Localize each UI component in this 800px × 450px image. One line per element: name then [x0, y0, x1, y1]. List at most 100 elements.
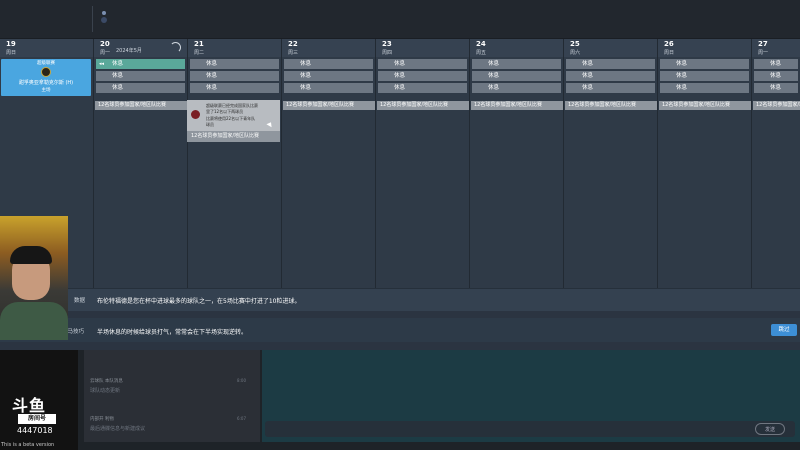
competition-label: 超级联赛 — [37, 61, 55, 66]
rest-event[interactable]: 休息 — [660, 59, 749, 69]
rest-event[interactable]: 休息 — [284, 71, 373, 81]
rest-event[interactable]: 休息 — [660, 83, 749, 93]
rest-event[interactable]: 休息 — [284, 59, 373, 69]
double-arrow-icon: ◂◂ — [99, 61, 105, 67]
rest-event[interactable]: 休息 — [754, 71, 798, 81]
rest-event[interactable]: 休息 — [660, 71, 749, 81]
international-duty-bar[interactable]: 12名球员参加国家/地区队比赛 — [753, 101, 800, 110]
day-number: 20 — [100, 40, 110, 48]
rest-event[interactable]: 休息 — [754, 83, 798, 93]
tip-text: 半场休息的时候给球员打气，常常会在下半场实现逆转。 — [97, 329, 248, 336]
popup-text: 里了12名以下两球员 — [206, 109, 244, 114]
day-column[interactable]: 20 周一 2024年5月 ◂◂ 休息 休息 休息 — [94, 39, 188, 288]
day-header: 23 周四 — [376, 39, 469, 57]
month-label: 2024年5月 — [116, 48, 142, 54]
calendar: 19 周日 超级联赛 甜孚奥亚拿勒克尔斯 (H) 主场 20 周一 2024年5… — [0, 39, 800, 288]
weekday: 周二 — [194, 50, 205, 56]
international-duty-bar[interactable]: 12名球员参加国家/地区队比赛 — [377, 101, 469, 110]
rest-event[interactable]: 休息 — [566, 83, 655, 93]
day-header: 21 周二 — [188, 39, 281, 57]
day-header: 24 周五 — [470, 39, 563, 57]
weekday: 周四 — [382, 50, 393, 56]
room-label: 房间号 — [18, 414, 56, 424]
rest-event[interactable]: 休息 — [566, 71, 655, 81]
rest-event[interactable]: ◂◂ 休息 — [96, 59, 185, 69]
day-column[interactable]: 27 周一 休息 休息 休息 — [752, 39, 800, 288]
day-header: 22 周三 — [282, 39, 375, 57]
day-number: 26 — [664, 40, 674, 48]
rest-event[interactable]: 休息 — [378, 59, 467, 69]
match-teams: 甜孚奥亚拿勒克尔斯 (H) — [18, 80, 74, 86]
stream-brand-logo: 斗鱼 — [12, 396, 47, 415]
weekday: 周日 — [6, 50, 17, 56]
event-label: 休息 — [676, 85, 688, 91]
day-column[interactable]: 26 周日 休息 休息 休息 — [658, 39, 752, 288]
event-label: 休息 — [488, 85, 500, 91]
event-label: 休息 — [300, 85, 312, 91]
news-time: 6:07 — [237, 416, 246, 421]
day-column[interactable]: 25 周六 休息 休息 休息 — [564, 39, 658, 288]
event-label: 休息 — [770, 61, 782, 67]
send-button[interactable]: 发送 — [755, 423, 785, 435]
rest-event[interactable]: 休息 — [284, 83, 373, 93]
event-label: 休息 — [206, 73, 218, 79]
rest-event[interactable]: 休息 — [190, 83, 279, 93]
rest-event[interactable]: 休息 — [96, 71, 185, 81]
international-duty-bar[interactable]: 12名球员参加国家/地区队比赛 — [659, 101, 751, 110]
rest-event[interactable]: 休息 — [378, 71, 467, 81]
rest-event[interactable]: 休息 — [754, 59, 798, 69]
event-label: 休息 — [206, 61, 218, 67]
info-label: 数据 — [74, 298, 86, 304]
club-logo-icon — [101, 11, 107, 23]
day-header: 19 周日 — [0, 39, 93, 57]
news-title: 最后通牒信息与新建成议 — [90, 426, 146, 432]
day-column[interactable]: 24 周五 休息 休息 休息 — [470, 39, 564, 288]
international-duty-bar[interactable]: 12名球员参加国家/地区队比赛 — [283, 101, 375, 110]
chat-input[interactable] — [265, 421, 795, 437]
rest-event[interactable]: 休息 — [472, 59, 561, 69]
day-number: 24 — [476, 40, 486, 48]
event-label: 休息 — [676, 73, 688, 79]
news-title: 球队动态更新 — [90, 388, 121, 394]
news-item[interactable]: 内部开 利物 最后通牒信息与新建成议 — [90, 416, 145, 432]
weekday: 周一 — [758, 50, 769, 56]
skip-button[interactable]: 跳过 — [771, 324, 797, 336]
event-label: 休息 — [582, 61, 594, 67]
day-number: 27 — [758, 40, 768, 48]
rest-event[interactable]: 休息 — [190, 71, 279, 81]
news-time: 8:00 — [237, 378, 246, 383]
rest-event[interactable]: 休息 — [96, 83, 185, 93]
international-duty-bar[interactable]: 12名球员参加国家/地区队比赛 — [95, 101, 187, 110]
rest-event[interactable]: 休息 — [566, 59, 655, 69]
tip-row: 1马技巧 半场休息的时候给球员打气，常常会在下半场实现逆转。 — [0, 318, 800, 342]
international-duty-bar[interactable]: 12名球员参加国家/地区队比赛 — [565, 101, 657, 110]
webcam-shirt — [0, 302, 68, 340]
stream-watermark: 斗鱼 房间号 4447018 — [0, 350, 78, 450]
event-label: 休息 — [112, 61, 124, 67]
rest-event[interactable]: 休息 — [190, 59, 279, 69]
day-number: 22 — [288, 40, 298, 48]
popup-footer: 12名球员参加国家/地区队比赛 — [187, 131, 280, 142]
loading-icon — [170, 42, 181, 53]
event-label: 休息 — [112, 85, 124, 91]
event-label: 休息 — [300, 61, 312, 67]
event-popup[interactable]: 超级联赛已经完成国家队比赛 里了12名以下两球员 比赛将使用22名以下青年队 球… — [187, 100, 280, 142]
event-label: 休息 — [394, 61, 406, 67]
top-bar — [0, 0, 800, 39]
event-label: 休息 — [394, 85, 406, 91]
day-header: 26 周日 — [658, 39, 751, 57]
day-column[interactable]: 21 周二 休息 休息 休息 — [188, 39, 282, 288]
day-number: 19 — [6, 40, 16, 48]
news-meta: 云球队 本队消息 — [90, 379, 123, 384]
rest-event[interactable]: 休息 — [472, 71, 561, 81]
day-column[interactable]: 23 周四 休息 休息 休息 — [376, 39, 470, 288]
international-duty-bar[interactable]: 12名球员参加国家/地区队比赛 — [471, 101, 563, 110]
rest-event[interactable]: 休息 — [472, 83, 561, 93]
day-header: 27 周一 — [752, 39, 800, 57]
popup-text: 球员 — [206, 122, 214, 127]
event-label: 休息 — [300, 73, 312, 79]
match-card[interactable]: 超级联赛 甜孚奥亚拿勒克尔斯 (H) 主场 — [1, 59, 91, 96]
day-column[interactable]: 22 周三 休息 休息 休息 — [282, 39, 376, 288]
news-item[interactable]: 云球队 本队消息 球队动态更新 — [90, 378, 123, 394]
rest-event[interactable]: 休息 — [378, 83, 467, 93]
